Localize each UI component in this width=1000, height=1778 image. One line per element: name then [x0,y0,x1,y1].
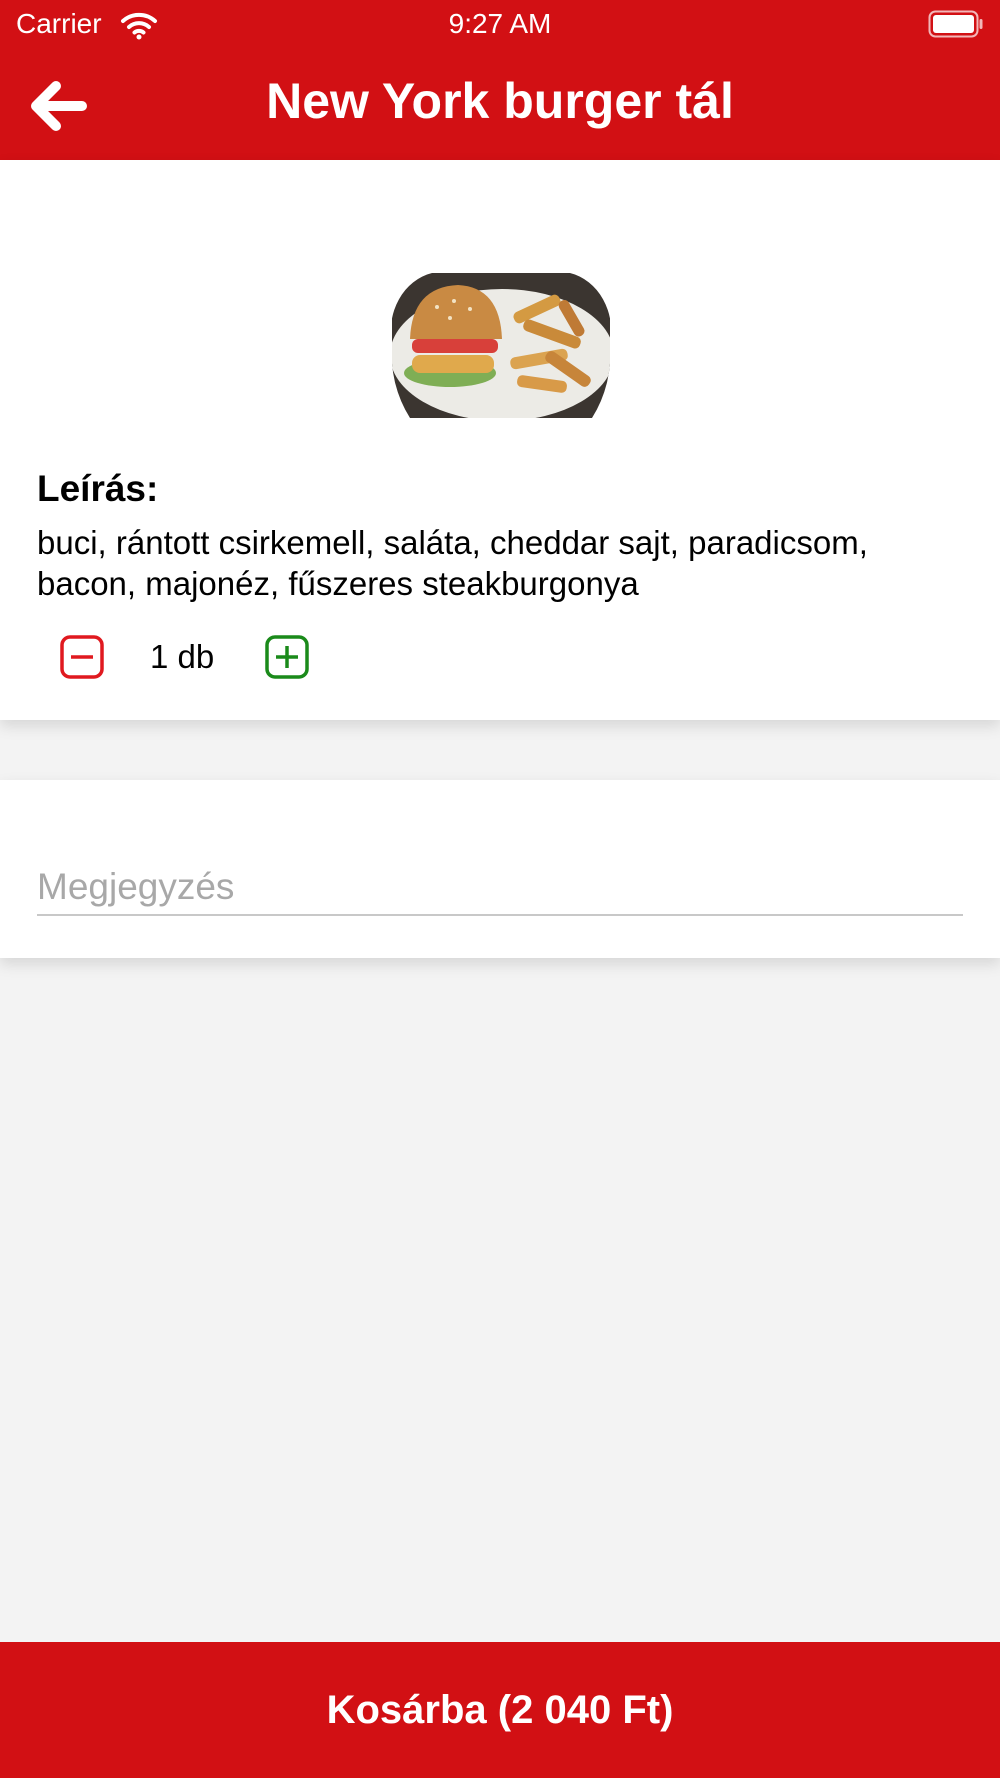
page-title: New York burger tál [266,73,734,129]
product-image [392,273,610,418]
status-time: 9:27 AM [448,8,552,39]
note-input[interactable] [37,860,963,916]
navigation-bar: Carrier 9:27 AM New York burger tál [0,0,1000,160]
add-to-cart-button[interactable]: Kosárba (2 040 Ft) [0,1642,1000,1778]
description-text: buci, rántott csirkemell, saláta, chedda… [37,524,868,602]
status-bar: Carrier 9:27 AM [0,0,1000,50]
minus-square-icon[interactable] [60,635,104,679]
quantity-value: 1 db [150,638,215,675]
note-card [0,780,1000,958]
description-label: Leírás: [37,468,159,509]
plus-square-icon[interactable] [265,635,309,679]
product-card: Leírás: buci, rántott csirkemell, saláta… [0,160,1000,720]
battery-icon [928,10,983,38]
